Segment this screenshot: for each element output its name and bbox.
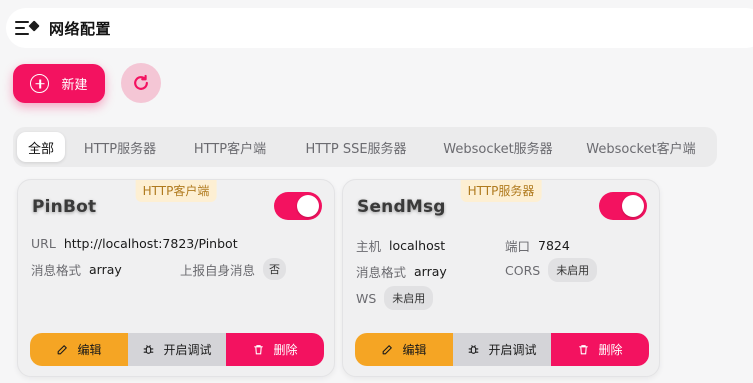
delete-button[interactable]: 删除 [551, 333, 649, 366]
tab-http-sse-server[interactable]: HTTP SSE服务器 [285, 132, 427, 162]
debug-button[interactable]: 开启调试 [128, 333, 226, 366]
page-title: 网络配置 [49, 19, 112, 38]
cors-chip: 未启用 [548, 258, 598, 282]
report-self-label: 上报自身消息 [180, 262, 256, 278]
type-badge: HTTP客户端 [135, 180, 217, 202]
tab-all[interactable]: 全部 [17, 132, 65, 162]
trash-icon [254, 345, 264, 355]
enable-toggle[interactable] [274, 192, 322, 220]
delete-label: 删除 [598, 343, 623, 357]
top-bar: 网络配置 [6, 8, 753, 48]
report-self-row: 上报自身消息 否 [180, 258, 287, 280]
url-value: http://localhost:7823/Pinbot [63, 236, 238, 251]
format-label: 消息格式 [31, 263, 82, 278]
delete-label: 删除 [273, 343, 298, 357]
edit-button[interactable]: 编辑 [355, 333, 453, 366]
format-value: array [89, 262, 122, 277]
delete-button[interactable]: 删除 [226, 333, 324, 366]
card-name: SendMsg [357, 197, 446, 217]
network-card: HTTP客户端 PinBot URL http://localhost:7823… [17, 179, 335, 377]
report-self-chip: 否 [263, 258, 287, 280]
host-label: 主机 [356, 239, 382, 254]
plus-circle-icon [30, 74, 50, 93]
card-actions: 编辑 开启调试 删除 [355, 333, 649, 366]
enable-toggle[interactable] [599, 192, 647, 220]
ws-row: WS 未启用 [356, 286, 434, 310]
trash-icon [579, 345, 589, 355]
refresh-icon [134, 74, 148, 90]
menu-collapse-icon[interactable] [15, 18, 41, 38]
pencil-icon [58, 345, 68, 355]
host-row: 主机 localhost [356, 236, 445, 255]
card-actions: 编辑 开启调试 删除 [30, 333, 324, 366]
url-label: URL [31, 236, 56, 251]
url-row: URL http://localhost:7823/Pinbot [31, 236, 238, 251]
tab-http-server[interactable]: HTTP服务器 [65, 132, 175, 162]
tab-websocket-client[interactable]: Websocket客户端 [569, 132, 713, 162]
tab-http-client[interactable]: HTTP客户端 [175, 132, 285, 162]
tab-websocket-server[interactable]: Websocket服务器 [427, 132, 569, 162]
bug-icon [469, 345, 479, 354]
refresh-button[interactable] [121, 63, 161, 103]
new-button[interactable]: 新建 [13, 64, 105, 103]
format-value: array [414, 264, 447, 279]
ws-label: WS [356, 290, 377, 306]
network-card: HTTP服务器 SendMsg 主机 localhost 端口 7824 消息格… [342, 179, 660, 377]
filter-tabs: 全部 HTTP服务器 HTTP客户端 HTTP SSE服务器 Websocket… [13, 127, 717, 167]
debug-button[interactable]: 开启调试 [453, 333, 551, 366]
debug-label: 开启调试 [488, 343, 537, 357]
type-badge: HTTP服务器 [460, 180, 542, 202]
port-label: 端口 [505, 239, 531, 254]
debug-label: 开启调试 [163, 343, 212, 357]
card-name: PinBot [32, 197, 97, 217]
format-row: 消息格式 array [31, 260, 122, 279]
edit-label: 编辑 [77, 343, 102, 357]
format-row: 消息格式 array [356, 262, 447, 281]
pencil-icon [383, 345, 393, 355]
port-row: 端口 7824 [505, 236, 570, 255]
cors-row: CORS 未启用 [505, 258, 598, 282]
ws-chip: 未启用 [384, 286, 434, 310]
edit-label: 编辑 [402, 343, 427, 357]
cors-label: CORS [505, 262, 541, 278]
format-label: 消息格式 [356, 265, 407, 280]
bug-icon [144, 345, 154, 354]
edit-button[interactable]: 编辑 [30, 333, 128, 366]
new-button-label: 新建 [61, 78, 88, 93]
host-value: localhost [389, 238, 446, 253]
port-value: 7824 [538, 238, 570, 253]
